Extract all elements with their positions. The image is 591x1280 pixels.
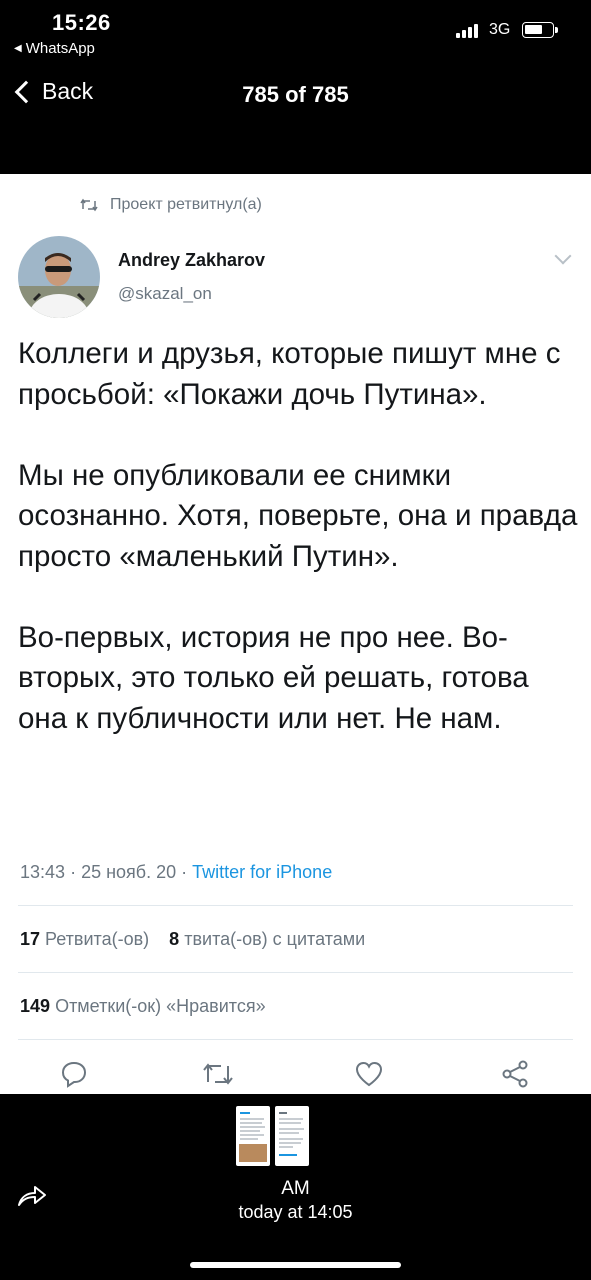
retweet-indicator-label: Проект ретвитнул(а) — [110, 196, 262, 213]
retweet-indicator: Проект ретвитнул(а) — [80, 196, 262, 214]
chevron-down-icon[interactable] — [554, 247, 572, 265]
status-time: 15:26 — [52, 10, 111, 35]
battery-icon — [522, 22, 558, 38]
tweet-meta: 13:43 · 25 нояб. 20 · Twitter for iPhone — [20, 862, 333, 882]
signal-icon — [456, 24, 478, 38]
author-name[interactable]: Andrey Zakharov — [118, 250, 265, 271]
tweet-paragraph: Во-первых, история не про нее. Во-вторых… — [18, 620, 529, 735]
likes-label: Отметки(-ок) «Нравится» — [55, 996, 266, 1016]
quotes-label: твита(-ов) с цитатами — [184, 929, 366, 949]
status-bar: 15:26 ◀ WhatsApp 3G — [0, 0, 591, 60]
tweet-paragraph: Мы не опубликовали ее снимки осознанно. … — [18, 458, 578, 573]
tweet-source-link[interactable]: Twitter for iPhone — [192, 862, 332, 882]
avatar[interactable] — [18, 236, 100, 318]
divider — [18, 972, 573, 973]
tweet-card: Проект ретвитнул(а) Andrey Zakharov @ska… — [0, 174, 591, 1094]
media-footer: AM today at 14:05 — [0, 1094, 591, 1280]
media-counter: 785 of 785 — [242, 82, 349, 107]
tweet-paragraph: Коллеги и друзья, которые пишут мне с пр… — [18, 337, 561, 411]
likes-stats[interactable]: 149 Отметки(-ок) «Нравится» — [20, 996, 266, 1017]
thumbnail-strip — [236, 1106, 309, 1166]
back-arrow-icon: ◀ — [14, 43, 22, 54]
tweet-date: 25 нояб. 20 — [81, 862, 177, 882]
retweet-stats[interactable]: 17 Ретвита(-ов) 8 твита(-ов) с цитатами — [20, 929, 365, 950]
divider — [18, 905, 573, 906]
back-app-label: WhatsApp — [25, 40, 95, 57]
quotes-count: 8 — [169, 929, 180, 949]
home-indicator[interactable] — [190, 1262, 401, 1268]
tweet-text: Коллеги и друзья, которые пишут мне с пр… — [18, 334, 578, 739]
retweet-small-icon — [80, 198, 98, 212]
retweets-count: 17 — [20, 929, 41, 949]
divider — [18, 1039, 573, 1040]
thumbnail-selected[interactable] — [275, 1106, 309, 1166]
back-to-app-link[interactable]: ◀ WhatsApp — [14, 40, 95, 57]
likes-count: 149 — [20, 996, 51, 1016]
retweet-icon[interactable] — [202, 1059, 234, 1089]
like-icon[interactable] — [353, 1059, 385, 1089]
author-handle[interactable]: @skazal_on — [118, 284, 212, 304]
sent-time: today at 14:05 — [238, 1202, 353, 1222]
reply-icon[interactable] — [58, 1059, 90, 1089]
sender-name: AM — [281, 1178, 310, 1199]
nav-bar: Back 785 of 785 — [0, 70, 591, 120]
tweet-actions — [0, 1059, 591, 1089]
retweets-label: Ретвита(-ов) — [45, 929, 150, 949]
tweet-time: 13:43 — [20, 862, 66, 882]
share-icon[interactable] — [499, 1059, 531, 1089]
network-type: 3G — [489, 21, 511, 38]
thumbnail[interactable] — [236, 1106, 270, 1166]
